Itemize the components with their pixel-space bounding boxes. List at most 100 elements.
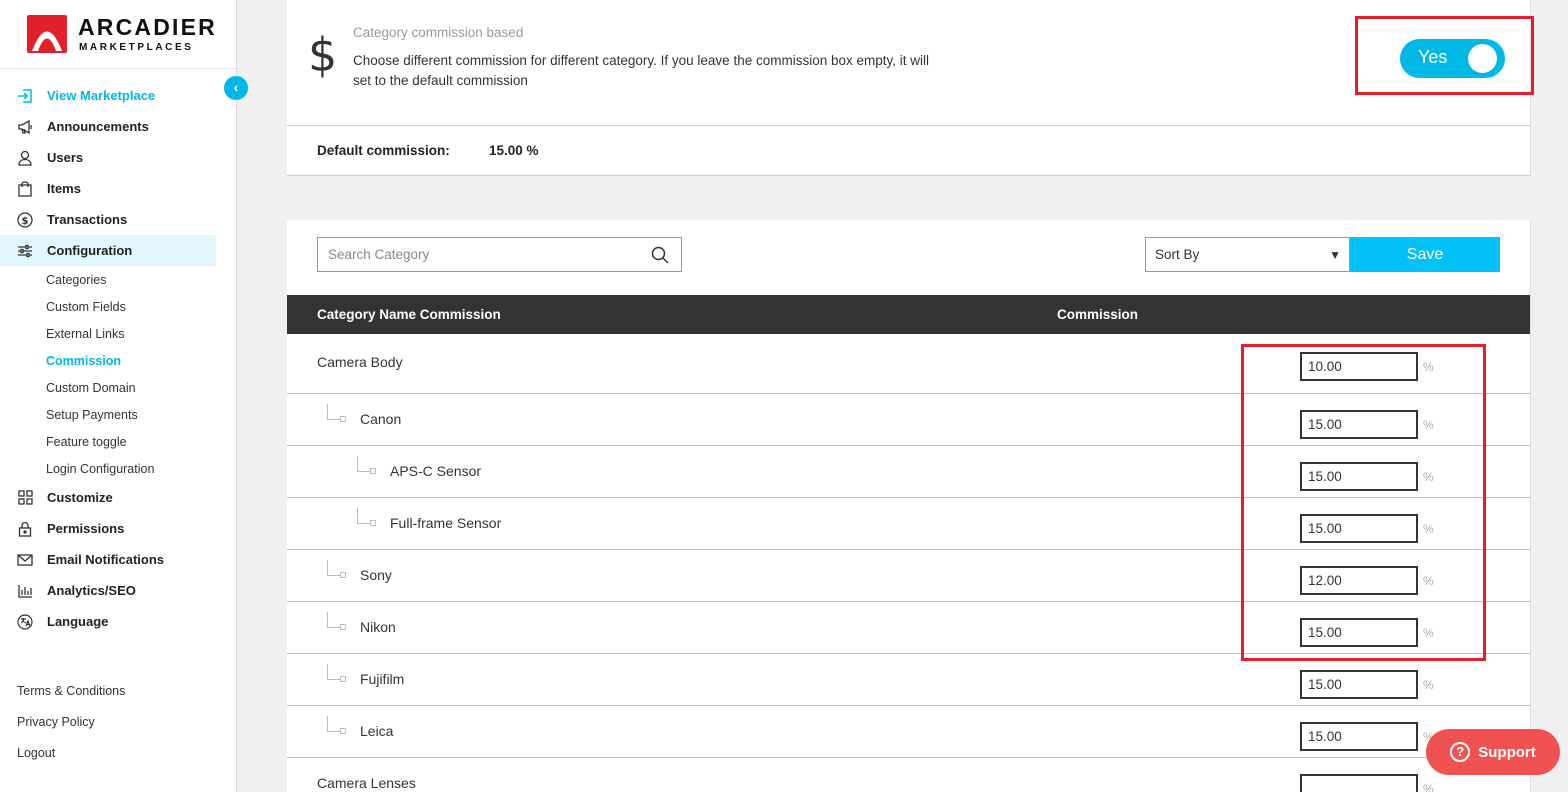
arcadier-logo[interactable]: ARCADIER MARKETPLACES (26, 14, 216, 58)
sidebar-item-users[interactable]: Users (0, 142, 216, 173)
sidebar-item-label: Language (47, 614, 109, 629)
tree-connector-icon (327, 664, 341, 680)
sidebar-subitem-feature-toggle[interactable]: Feature toggle (0, 428, 216, 455)
sidebar-item-label: View Marketplace (47, 88, 156, 103)
tree-connector-icon (357, 456, 371, 472)
sidebar-item-permissions[interactable]: Permissions (0, 513, 216, 544)
tree-node-icon (340, 624, 346, 630)
sidebar-nav: View Marketplace Announcements Users Ite… (0, 80, 216, 637)
category-name: Fujifilm (360, 671, 405, 687)
tree-node-icon (340, 572, 346, 578)
sort-by-select[interactable]: Sort By ▼ (1145, 237, 1350, 272)
sidebar-subitem-categories[interactable]: Categories (0, 266, 216, 293)
default-commission-value: 15.00 % (489, 143, 539, 158)
sidebar: ARCADIER MARKETPLACES View Marketplace A… (0, 0, 237, 792)
tree-node-icon (370, 468, 376, 474)
logout-link[interactable]: Logout (17, 742, 125, 773)
tree-node-icon (340, 676, 346, 682)
logo-subtitle: MARKETPLACES (79, 42, 194, 53)
sidebar-item-transactions[interactable]: $ Transactions (0, 204, 216, 235)
search-category-input[interactable] (318, 238, 648, 271)
arcadier-logo-icon (27, 15, 67, 53)
sidebar-item-label: Analytics/SEO (47, 583, 136, 598)
terms-link[interactable]: Terms & Conditions (17, 680, 125, 711)
sidebar-item-email-notifications[interactable]: Email Notifications (0, 544, 216, 575)
sidebar-subitem-commission[interactable]: Commission (0, 347, 216, 374)
default-commission-label: Default commission: (317, 143, 450, 158)
percent-label: % (1423, 782, 1434, 792)
sidebar-item-items[interactable]: Items (0, 173, 216, 204)
sidebar-item-label: Announcements (47, 119, 149, 134)
header-category-name: Category Name Commission (317, 307, 501, 322)
sidebar-divider (0, 68, 236, 69)
svg-text:$: $ (22, 216, 29, 227)
envelope-icon (16, 551, 34, 569)
card-divider (287, 125, 1530, 126)
category-commission-title: Category commission based (353, 25, 524, 40)
user-icon (16, 149, 34, 167)
category-name: Leica (360, 723, 394, 739)
collapse-sidebar-button[interactable]: ‹ (224, 76, 248, 100)
sidebar-subitem-login-configuration[interactable]: Login Configuration (0, 455, 216, 482)
tree-node-icon (340, 728, 346, 734)
category-name: Canon (360, 411, 402, 427)
search-category-box (317, 237, 682, 272)
save-button[interactable]: Save (1350, 237, 1500, 272)
commission-settings-card: $ Category commission based Choose diffe… (287, 0, 1534, 176)
sidebar-item-announcements[interactable]: Announcements (0, 111, 216, 142)
sidebar-item-analytics-seo[interactable]: Analytics/SEO (0, 575, 216, 606)
dollar-circle-icon: $ (16, 211, 34, 229)
sidebar-item-language[interactable]: Language (0, 606, 216, 637)
sidebar-subitem-custom-fields[interactable]: Custom Fields (0, 293, 216, 320)
category-name: Sony (360, 567, 392, 583)
tree-connector-icon (327, 560, 341, 576)
login-arrow-icon (16, 87, 34, 105)
sidebar-footer: Terms & Conditions Privacy Policy Logout (17, 680, 125, 773)
sidebar-item-customize[interactable]: Customize (0, 482, 216, 513)
header-commission: Commission (1057, 307, 1139, 322)
tree-node-icon (340, 416, 346, 422)
sort-by-value: Sort By (1155, 247, 1200, 262)
category-commission-toggle[interactable]: Yes (1400, 39, 1505, 78)
sidebar-item-configuration[interactable]: Configuration (0, 235, 216, 266)
tree-node-icon (370, 520, 376, 526)
tree-connector-icon (327, 612, 341, 628)
category-commission-table-card: Sort By ▼ Save Category Name Commission … (287, 220, 1531, 792)
grid-icon (16, 489, 34, 507)
support-label: Support (1478, 743, 1536, 761)
sidebar-item-label: Customize (47, 490, 113, 505)
question-icon: ? (1450, 742, 1471, 762)
sidebar-item-label: Configuration (47, 243, 133, 258)
sidebar-item-label: Users (47, 150, 84, 165)
tree-connector-icon (357, 508, 371, 524)
sidebar-subitem-external-links[interactable]: External Links (0, 320, 216, 347)
table-row: Leica% (287, 706, 1530, 758)
commission-input[interactable] (1300, 774, 1418, 792)
commission-highlight-box (1241, 344, 1486, 661)
commission-input[interactable] (1300, 722, 1418, 751)
chevron-down-icon: ▼ (1329, 248, 1341, 262)
table-row: Camera Lenses% (287, 758, 1530, 792)
search-icon[interactable] (651, 246, 669, 264)
category-commission-description: Choose different commission for differen… (353, 53, 930, 88)
sidebar-item-view-marketplace[interactable]: View Marketplace (0, 80, 216, 111)
category-name: Camera Body (317, 354, 403, 370)
lock-icon (16, 520, 34, 538)
toggle-knob (1468, 44, 1497, 73)
shopping-bag-icon (16, 180, 34, 198)
sidebar-item-label: Transactions (47, 212, 128, 227)
dollar-icon: $ (308, 28, 338, 82)
support-button[interactable]: ? Support (1426, 729, 1560, 775)
sliders-icon (16, 242, 34, 260)
sidebar-subitem-custom-domain[interactable]: Custom Domain (0, 374, 216, 401)
category-name: Camera Lenses (317, 775, 416, 791)
commission-input[interactable] (1300, 670, 1418, 699)
privacy-link[interactable]: Privacy Policy (17, 711, 125, 742)
toggle-label: Yes (1418, 47, 1448, 67)
category-name: Full-frame Sensor (390, 515, 502, 531)
sidebar-item-label: Permissions (47, 521, 125, 536)
tree-connector-icon (327, 716, 341, 732)
category-name: APS-C Sensor (390, 463, 482, 479)
sidebar-subitem-setup-payments[interactable]: Setup Payments (0, 401, 216, 428)
logo-title: ARCADIER (78, 14, 217, 40)
